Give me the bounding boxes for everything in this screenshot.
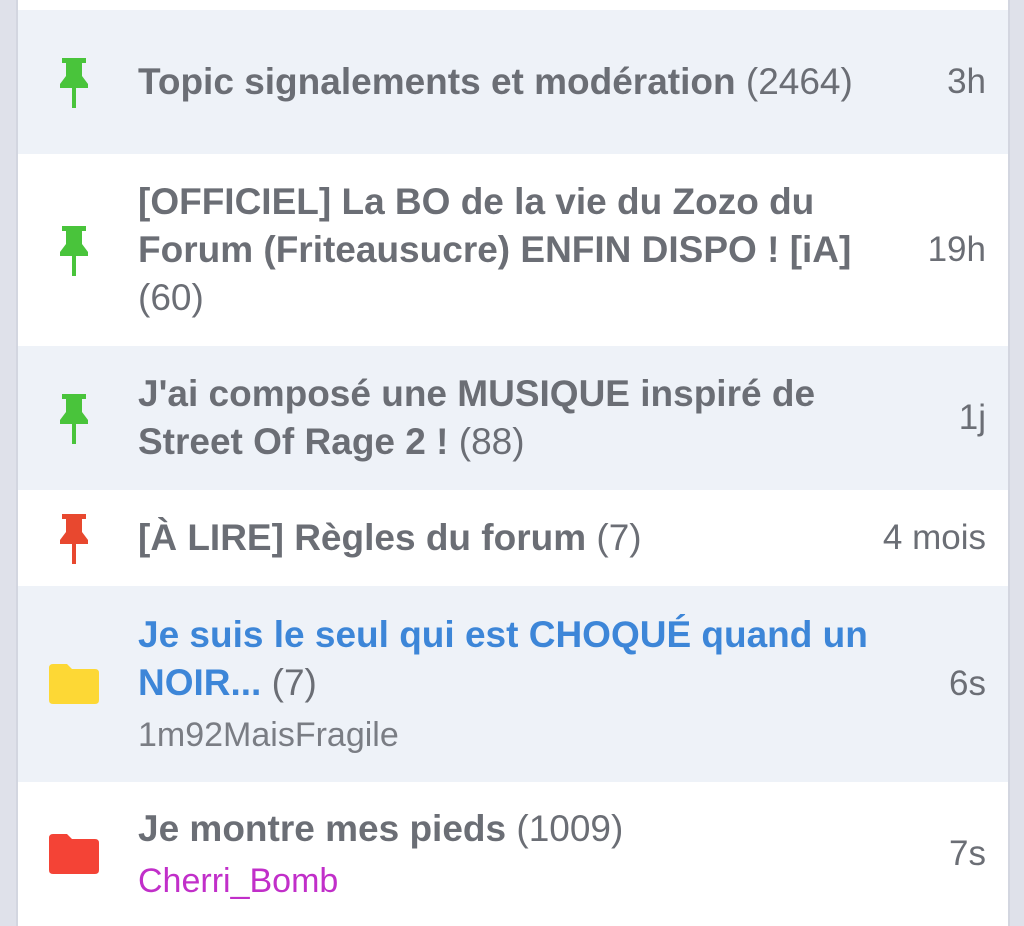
topic-title-text[interactable]: Je montre mes pieds bbox=[138, 808, 506, 849]
topic-title[interactable]: J'ai composé une MUSIQUE inspiré de Stre… bbox=[138, 370, 868, 466]
pin-green-icon bbox=[46, 54, 102, 110]
topic-row[interactable]: [OFFICIEL] La BO de la vie du Zozo du Fo… bbox=[18, 154, 1008, 346]
topic-title[interactable]: Je suis le seul qui est CHOQUÉ quand un … bbox=[138, 611, 868, 707]
topic-title-text[interactable]: [À LIRE] Règles du forum bbox=[138, 517, 586, 558]
topic-time: 3h bbox=[947, 62, 986, 101]
reply-count: (60) bbox=[138, 277, 204, 318]
reply-count: (2464) bbox=[745, 61, 853, 102]
pin-green-icon bbox=[46, 390, 102, 446]
reply-count: (88) bbox=[458, 421, 525, 462]
topic-time: 7s bbox=[949, 834, 986, 873]
folder-red-icon bbox=[46, 826, 102, 882]
topic-title-text[interactable]: Je suis le seul qui est CHOQUÉ quand un … bbox=[138, 614, 868, 703]
topic-time: 19h bbox=[927, 230, 986, 269]
topic-list: Topic signalements et modération (2464) … bbox=[16, 0, 1010, 926]
reply-count: (7) bbox=[596, 517, 642, 558]
topic-title[interactable]: [OFFICIEL] La BO de la vie du Zozo du Fo… bbox=[138, 178, 868, 322]
list-top-edge bbox=[18, 0, 1008, 10]
pin-green-icon bbox=[46, 222, 102, 278]
topic-title[interactable]: [À LIRE] Règles du forum (7) bbox=[138, 514, 868, 562]
topic-title-text[interactable]: [OFFICIEL] La BO de la vie du Zozo du Fo… bbox=[138, 181, 851, 270]
topic-row[interactable]: J'ai composé une MUSIQUE inspiré de Stre… bbox=[18, 346, 1008, 490]
folder-yellow-icon bbox=[46, 656, 102, 712]
topic-time: 1j bbox=[958, 398, 986, 437]
topic-author[interactable]: 1m92MaisFragile bbox=[138, 713, 868, 757]
topic-title[interactable]: Topic signalements et modération (2464) bbox=[138, 58, 868, 106]
topic-row[interactable]: Topic signalements et modération (2464) … bbox=[18, 10, 1008, 154]
topic-title-text[interactable]: Topic signalements et modération bbox=[138, 61, 736, 102]
topic-author[interactable]: Cherri_Bomb bbox=[138, 859, 868, 903]
reply-count: (7) bbox=[271, 662, 317, 703]
topic-time: 4 mois bbox=[882, 518, 986, 557]
reply-count: (1009) bbox=[516, 808, 624, 849]
pin-red-icon bbox=[46, 510, 102, 566]
topic-title[interactable]: Je montre mes pieds (1009) bbox=[138, 805, 868, 853]
topic-row[interactable]: Je montre mes pieds (1009) Cherri_Bomb 7… bbox=[18, 782, 1008, 926]
topic-row[interactable]: [À LIRE] Règles du forum (7) 4 mois bbox=[18, 490, 1008, 586]
topic-time: 6s bbox=[949, 664, 986, 703]
topic-row[interactable]: Je suis le seul qui est CHOQUÉ quand un … bbox=[18, 586, 1008, 782]
